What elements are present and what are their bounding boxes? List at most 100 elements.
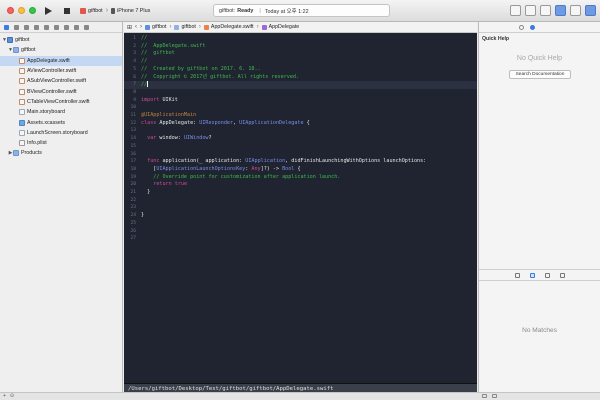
code-line: 12 class AppDelegate: UIResponder, UIAppl…	[124, 120, 477, 128]
class-symbol-icon	[261, 24, 267, 30]
warning-icon[interactable]	[44, 24, 49, 30]
line-number: 11	[130, 113, 136, 118]
library-filter-bar	[479, 392, 600, 400]
stop-button[interactable]	[60, 5, 74, 16]
related-items-icon[interactable]: ⊞	[127, 24, 132, 31]
code-line: 21 }	[124, 189, 477, 197]
code-text: func application(_ application: UIApplic…	[141, 158, 426, 166]
debug-icon[interactable]	[64, 24, 69, 30]
standard-editor-button[interactable]	[510, 5, 521, 16]
toggle-navigator-button[interactable]	[555, 5, 566, 16]
filter-icon[interactable]: ⊙	[10, 393, 14, 399]
navigator-item[interactable]: LaunchScreen.storyboard	[0, 128, 122, 138]
run-button[interactable]	[41, 5, 55, 16]
navigator-item[interactable]: Assets.xcassets	[0, 117, 122, 127]
line-number: 2	[133, 43, 136, 49]
file-inspector-icon[interactable]	[519, 24, 524, 30]
code-snippet-library-icon[interactable]	[529, 273, 535, 278]
search-documentation-button[interactable]: Search Documentation	[509, 70, 571, 79]
line-number: 12	[130, 120, 136, 126]
navigator-item[interactable]: CTableViewController.swift	[0, 97, 122, 107]
object-library-icon[interactable]	[544, 273, 550, 278]
navigator-item[interactable]: AViewController.swift	[0, 66, 122, 76]
swift-file-icon	[19, 98, 25, 105]
chevron-right-icon: ›	[256, 24, 259, 30]
code-token: UIApplicationLaunchOptionsKey	[156, 165, 246, 172]
project-icon	[145, 24, 151, 30]
navigator-item[interactable]: Main.storyboard	[0, 107, 122, 117]
minimize-window-button[interactable]	[18, 7, 25, 14]
zoom-window-button[interactable]	[29, 7, 36, 14]
toggle-inspector-button[interactable]	[585, 5, 596, 16]
chevron-right-icon: ›	[169, 24, 172, 30]
close-window-button[interactable]	[7, 7, 14, 14]
line-number: 25	[130, 220, 136, 226]
device-icon	[111, 7, 116, 14]
navigator-item[interactable]: ▶ Products	[0, 148, 122, 158]
filter-icon[interactable]	[492, 394, 497, 398]
folder-icon[interactable]	[4, 24, 9, 30]
media-library-icon[interactable]	[559, 273, 565, 278]
folder-file-icon	[13, 47, 19, 54]
line-number: 26	[130, 228, 136, 234]
file-tree: ▼ giftbot ▼ giftbot AppDelegate.swift AViewCo…	[0, 33, 122, 159]
code-text: // Copyright © 2017년 giftbot. All rights…	[141, 74, 299, 82]
code-line: 27	[124, 235, 477, 243]
jumpbar-crumb-group[interactable]: giftbot	[181, 24, 195, 30]
jump-bar: ⊞ ‹ › giftbot › giftbot › AppDelegate.sw…	[124, 22, 477, 33]
code-token: class	[141, 119, 157, 126]
code-token: [	[141, 165, 157, 172]
code-token: UIWindow	[183, 135, 209, 142]
swift-file-icon	[19, 68, 25, 75]
symbol-icon[interactable]	[24, 24, 29, 30]
find-icon[interactable]	[34, 24, 39, 30]
swift-file-icon	[19, 57, 25, 64]
swift-file-icon	[19, 88, 25, 95]
jumpbar-crumb-file[interactable]: AppDelegate.swift	[211, 24, 254, 30]
back-button[interactable]: ‹	[135, 24, 137, 30]
grid-view-icon[interactable]	[482, 394, 487, 398]
report-icon[interactable]	[84, 24, 89, 30]
jumpbar-crumb-project[interactable]: giftbot	[152, 24, 166, 30]
navigator-item-label: giftbot	[15, 37, 30, 44]
quick-help-icon[interactable]	[530, 24, 535, 30]
file-template-library-icon[interactable]	[514, 273, 520, 278]
navigator-item[interactable]: AppDelegate.swift	[0, 55, 122, 66]
add-icon[interactable]: +	[3, 393, 6, 399]
code-line: 11 @UIApplicationMain	[124, 112, 477, 120]
navigator-item[interactable]: Info.plist	[0, 138, 122, 148]
jumpbar-crumb-symbol[interactable]: AppDelegate	[269, 24, 300, 30]
scheme-selector[interactable]: giftbot › iPhone 7 Plus	[80, 4, 150, 17]
toolbar: giftbot › iPhone 7 Plus giftbot: Ready |…	[0, 0, 600, 22]
navigator-item-label: BViewController.swift	[27, 88, 77, 95]
line-number: 18	[130, 166, 136, 172]
navigator-item[interactable]: ▼ giftbot	[0, 35, 122, 45]
scheme-target-label: giftbot	[88, 7, 103, 14]
line-number: 17	[130, 159, 136, 165]
assistant-editor-button[interactable]	[525, 5, 536, 16]
chevron-right-icon: ›	[198, 24, 201, 30]
navigator-item-label: AppDelegate.swift	[27, 57, 70, 64]
swift-file-icon	[203, 24, 209, 30]
status-state: Ready	[237, 7, 254, 14]
navigator-item[interactable]: BViewController.swift	[0, 86, 122, 96]
test-icon[interactable]	[54, 24, 59, 30]
source-editor[interactable]: 1 // 2 // AppDelegate.swift 3 // giftbot 4 // 5 /…	[124, 33, 477, 383]
code-token: func	[147, 158, 160, 165]
navigator-item[interactable]: ASubViewController.swift	[0, 76, 122, 86]
forward-button[interactable]: ›	[140, 24, 142, 30]
version-editor-button[interactable]	[540, 5, 551, 16]
source-control-icon[interactable]	[14, 24, 19, 30]
navigator-item-label: Assets.xcassets	[27, 119, 65, 126]
code-line: 5 // Created by giftbot on 2017. 6. 18..	[124, 66, 477, 74]
code-token: Any	[251, 165, 261, 172]
toggle-debug-area-button[interactable]	[570, 5, 581, 16]
navigator-item[interactable]: ▼ giftbot	[0, 45, 122, 55]
code-token: @UIApplicationMain	[141, 112, 197, 118]
breakpoint-icon[interactable]	[74, 24, 79, 30]
assets-file-icon	[19, 119, 25, 126]
code-text: // AppDelegate.swift	[141, 43, 205, 51]
code-token: {	[294, 165, 301, 172]
quick-help-title: Quick Help	[482, 36, 510, 42]
status-project: giftbot:	[219, 7, 236, 14]
